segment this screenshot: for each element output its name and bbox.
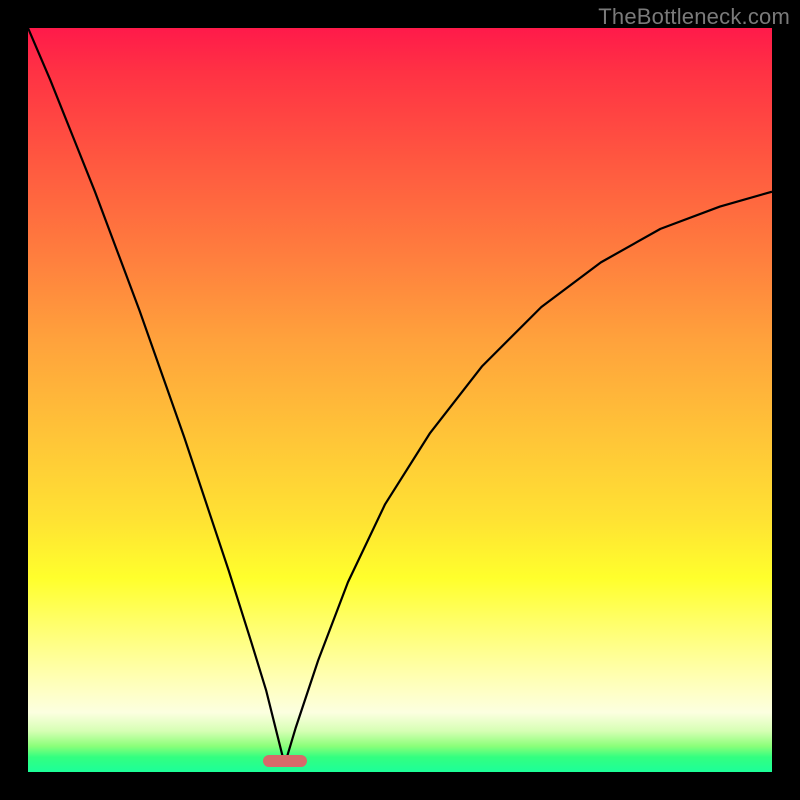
optimal-point-marker	[263, 755, 307, 767]
plot-area	[28, 28, 772, 772]
curve-left-branch	[28, 28, 285, 765]
chart-frame: TheBottleneck.com	[0, 0, 800, 800]
curve-right-branch	[285, 192, 772, 765]
watermark-text: TheBottleneck.com	[598, 4, 790, 30]
bottleneck-curve	[28, 28, 772, 772]
